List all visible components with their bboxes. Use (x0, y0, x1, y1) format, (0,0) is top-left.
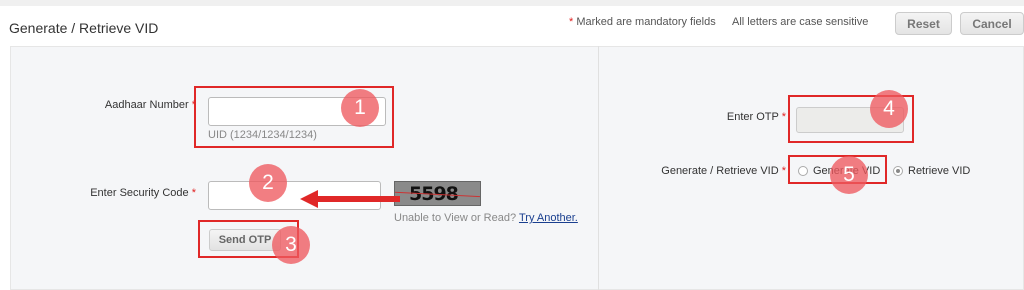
case-sensitive-note: All letters are case sensitive (732, 16, 869, 28)
aadhaar-label: Aadhaar Number * (90, 99, 196, 111)
retrieve-vid-radio[interactable]: Retrieve VID (893, 165, 970, 177)
step-marker-5: 5 (830, 156, 868, 194)
page-title: Generate / Retrieve VID (9, 20, 159, 36)
reset-button[interactable]: Reset (895, 12, 952, 35)
required-star: * (191, 187, 196, 199)
security-code-label-text: Enter Security Code (90, 187, 189, 199)
vid-option-label-text: Generate / Retrieve VID (661, 165, 779, 177)
captcha-help: Unable to View or Read? Try Another. (394, 212, 578, 224)
vid-option-label: Generate / Retrieve VID * (650, 165, 786, 177)
security-code-label: Enter Security Code * (80, 187, 196, 199)
required-star: * (569, 16, 574, 28)
step-marker-4: 4 (870, 90, 908, 128)
otp-label: Enter OTP * (700, 111, 786, 123)
top-strip (0, 0, 1024, 6)
mandatory-note-text: Marked are mandatory fields (576, 16, 716, 28)
step-marker-1: 1 (341, 89, 379, 127)
left-arrow-icon (300, 190, 400, 208)
unable-text: Unable to View or Read? (394, 212, 517, 224)
required-star: * (781, 165, 786, 177)
required-star: * (781, 111, 786, 123)
step-marker-2: 2 (249, 164, 287, 202)
aadhaar-label-text: Aadhaar Number (104, 99, 189, 111)
step-marker-3: 3 (272, 226, 310, 264)
radio-selected-icon (893, 166, 903, 176)
try-another-link[interactable]: Try Another. (519, 212, 578, 224)
captcha-image: 5598 (394, 181, 481, 206)
cancel-button[interactable]: Cancel (960, 12, 1024, 35)
otp-label-text: Enter OTP (726, 111, 779, 123)
mandatory-note: * Marked are mandatory fields (569, 16, 716, 28)
retrieve-vid-label: Retrieve VID (908, 165, 971, 177)
panel-divider (598, 46, 599, 290)
